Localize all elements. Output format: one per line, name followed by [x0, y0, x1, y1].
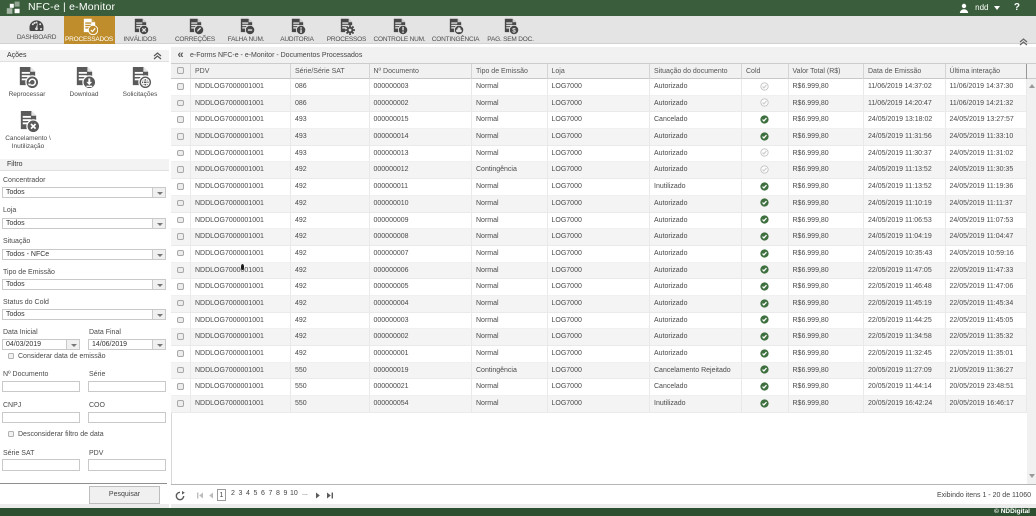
svg-text:$: $ — [512, 27, 516, 34]
